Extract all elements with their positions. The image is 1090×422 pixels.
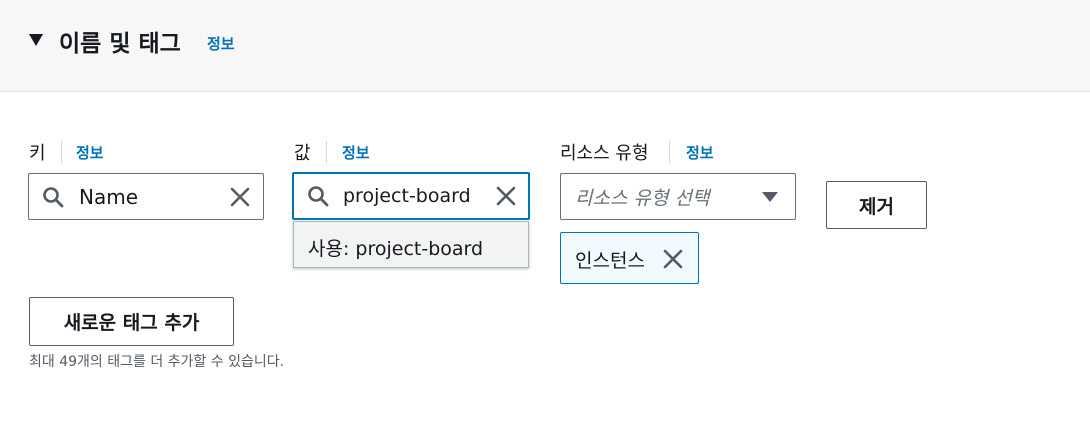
key-label: 키 bbox=[29, 143, 46, 164]
section-info-link[interactable]: 정보 bbox=[207, 33, 235, 54]
section-header: 이름 및 태그 정보 bbox=[0, 0, 1090, 92]
key-input[interactable]: Name bbox=[28, 173, 264, 220]
resource-type-select[interactable]: 리소스 유형 선택 bbox=[560, 173, 796, 220]
resource-type-token-label: 인스턴스 bbox=[575, 250, 645, 272]
key-input-value: Name bbox=[79, 184, 139, 209]
clear-icon[interactable] bbox=[496, 186, 516, 206]
resource-type-token: 인스턴스 bbox=[560, 232, 699, 284]
tag-limit-hint: 최대 49개의 태그를 더 추가할 수 있습니다. bbox=[29, 354, 285, 370]
resource-type-label-divider bbox=[669, 141, 670, 163]
caret-down-icon[interactable] bbox=[28, 33, 44, 47]
value-suggestion-option[interactable]: 사용: project-board bbox=[308, 234, 483, 261]
search-icon bbox=[308, 186, 329, 207]
resource-type-label: 리소스 유형 bbox=[560, 143, 649, 164]
dropdown-arrow-icon bbox=[762, 191, 778, 202]
section-title: 이름 및 태그 bbox=[59, 31, 181, 57]
resource-type-placeholder: 리소스 유형 선택 bbox=[575, 187, 710, 209]
add-tag-button[interactable]: 새로운 태그 추가 bbox=[29, 297, 234, 346]
value-input[interactable]: project-board bbox=[292, 172, 530, 220]
value-input-value: project-board bbox=[343, 185, 471, 207]
remove-button[interactable]: 제거 bbox=[826, 181, 927, 229]
dismiss-icon[interactable] bbox=[662, 248, 684, 270]
key-info-link[interactable]: 정보 bbox=[76, 142, 104, 163]
value-suggestion-dropdown: 사용: project-board bbox=[293, 221, 529, 268]
search-icon bbox=[43, 186, 64, 207]
resource-type-info-link[interactable]: 정보 bbox=[686, 142, 714, 163]
key-label-divider bbox=[61, 141, 62, 163]
clear-icon[interactable] bbox=[230, 187, 250, 207]
value-label-divider bbox=[326, 141, 327, 163]
value-label: 값 bbox=[294, 143, 311, 164]
value-info-link[interactable]: 정보 bbox=[342, 142, 370, 163]
